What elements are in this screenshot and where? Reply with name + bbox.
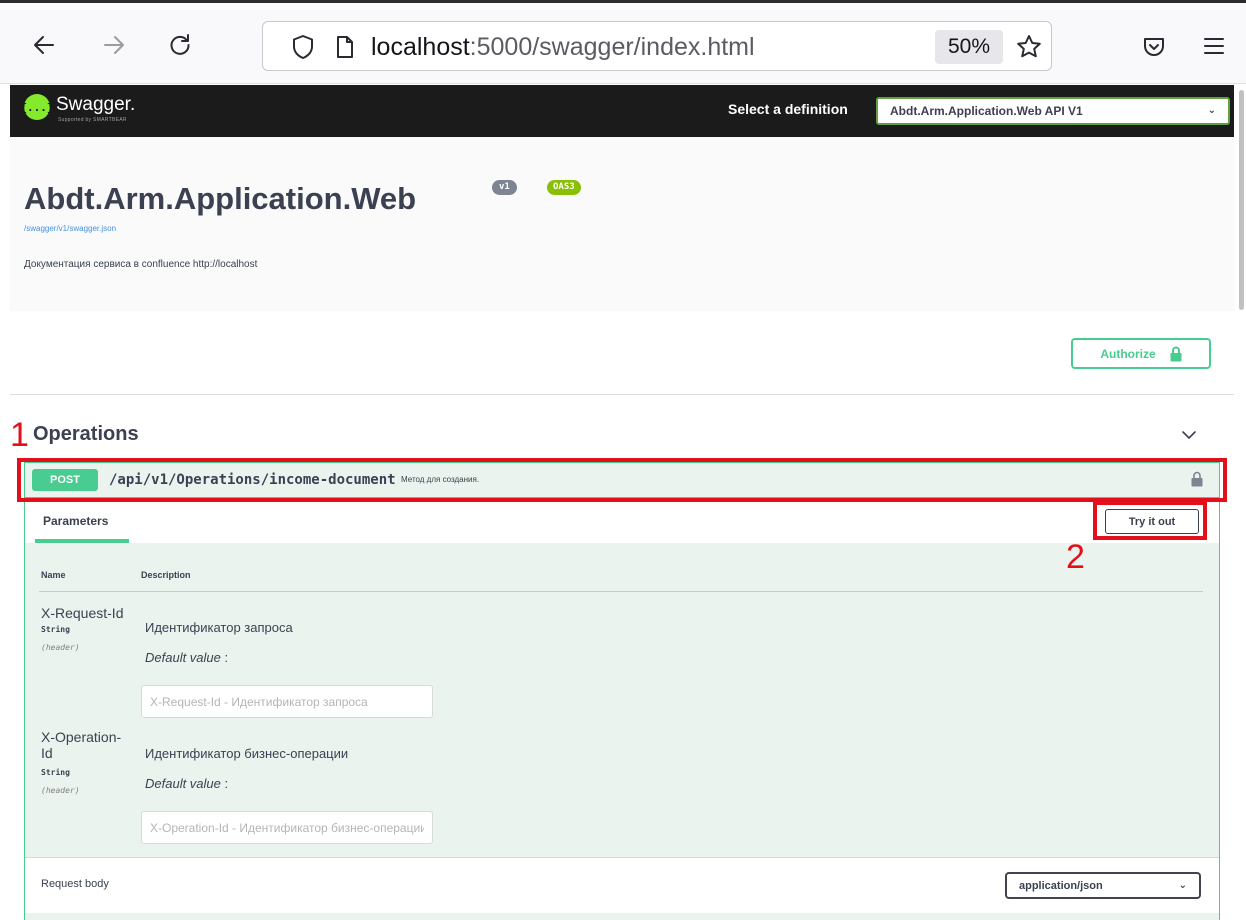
param-default-sep: : (220, 776, 229, 791)
arrow-left-icon (34, 36, 54, 54)
param-default: Default value : (145, 776, 228, 791)
zoom-level-button[interactable]: 50% (935, 30, 1003, 64)
swagger-logo-subtitle: Supported by SMARTBEAR (58, 117, 127, 123)
tag-title-operations[interactable]: Operations (33, 423, 139, 446)
url-text[interactable]: localhost:5000/swagger/index.html (371, 33, 755, 62)
tab-parameters[interactable]: Parameters (43, 514, 108, 528)
request-body-header: Request body application/json ⌄ (25, 857, 1219, 913)
reload-button[interactable] (160, 25, 200, 65)
param-default-label: Default value (145, 776, 221, 791)
chevron-down-icon: ⌄ (1207, 105, 1216, 116)
param-type: String (41, 768, 70, 777)
chevron-down-icon[interactable] (1178, 424, 1200, 446)
annotation-highlight-1 (17, 458, 1227, 502)
back-button[interactable] (24, 25, 64, 65)
swagger-logo-text: Swagger. (56, 94, 136, 115)
api-description: Документация сервиса в confluence http:/… (24, 259, 258, 270)
parameters-header: Parameters Try it out (25, 499, 1219, 543)
request-body-label: Request body (41, 878, 109, 890)
swagger-topbar: {...} Swagger. Supported by SMARTBEAR Se… (10, 85, 1234, 137)
content-type-value: application/json (1019, 880, 1103, 892)
content-type-select[interactable]: application/json ⌄ (1005, 872, 1201, 899)
param-default: Default value : (145, 650, 228, 665)
section-divider (10, 394, 1234, 395)
reload-icon (170, 34, 190, 55)
page-scrollbar[interactable] (1239, 90, 1244, 310)
param-location: (header) (41, 643, 80, 652)
swagger-json-link[interactable]: /swagger/v1/swagger.json (24, 224, 116, 233)
bookmark-star-icon[interactable] (1015, 33, 1043, 61)
definition-select[interactable]: Abdt.Arm.Application.Web API V1 ⌄ (876, 97, 1230, 125)
browser-toolbar: localhost:5000/swagger/index.html 50% (0, 0, 1246, 84)
authorize-button[interactable]: Authorize (1071, 338, 1211, 369)
param-description: Идентификатор бизнес-операции (145, 746, 349, 761)
param-description: Идентификатор запроса (145, 620, 293, 635)
shield-icon (293, 35, 313, 59)
swagger-logo-icon: {...} (20, 94, 54, 120)
forward-button[interactable] (94, 25, 134, 65)
param-name-text: X-Operation- (41, 729, 122, 745)
tab-active-indicator (35, 539, 129, 543)
param-name: X-Request-Id (41, 605, 123, 621)
x-request-id-input[interactable] (141, 685, 433, 718)
param-name-text: X-Request-Id (41, 605, 124, 621)
opblock-post: POST /api/v1/Operations/income-document … (24, 462, 1220, 920)
pocket-icon[interactable] (1142, 35, 1166, 59)
annotation-2: 2 (1066, 538, 1085, 576)
version-badge: v1 (492, 180, 517, 195)
param-default-sep: : (220, 650, 229, 665)
lock-icon (1170, 346, 1182, 361)
definition-select-value: Abdt.Arm.Application.Web API V1 (890, 104, 1083, 118)
oas-badge: OAS3 (547, 180, 581, 195)
table-header-divider (39, 591, 1203, 592)
annotation-1: 1 (10, 416, 29, 454)
definition-label: Select a definition (728, 101, 848, 117)
param-name-text-cont: Id (41, 745, 53, 761)
column-header-description: Description (141, 570, 191, 580)
column-header-name: Name (41, 570, 66, 580)
url-path: :5000/swagger/index.html (469, 33, 755, 61)
chevron-down-icon: ⌄ (1178, 880, 1187, 891)
arrow-right-icon (104, 36, 124, 54)
hamburger-menu-icon[interactable] (1203, 36, 1225, 56)
page-icon (337, 36, 353, 58)
x-operation-id-input[interactable] (141, 811, 433, 844)
url-host: localhost (371, 33, 470, 61)
url-bar[interactable]: localhost:5000/swagger/index.html 50% (262, 21, 1052, 71)
api-info: Abdt.Arm.Application.Web v1 OAS3 /swagge… (10, 137, 1234, 311)
param-default-label: Default value (145, 650, 221, 665)
param-type: String (41, 625, 70, 634)
authorize-label: Authorize (1100, 346, 1156, 361)
param-location: (header) (41, 786, 80, 795)
api-title: Abdt.Arm.Application.Web (24, 181, 417, 216)
param-name: X-Operation- Id (41, 729, 121, 761)
annotation-highlight-2 (1093, 501, 1207, 540)
